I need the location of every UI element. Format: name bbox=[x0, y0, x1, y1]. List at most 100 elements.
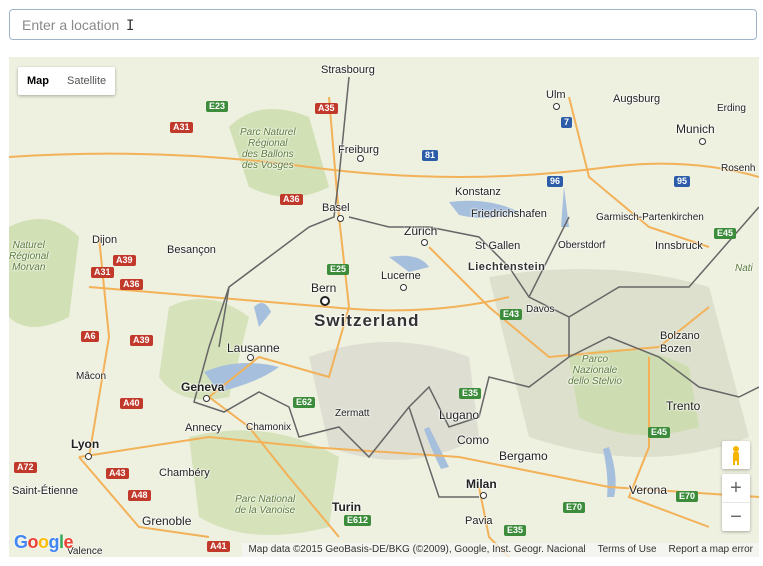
map-type-satellite-button[interactable]: Satellite bbox=[58, 67, 115, 95]
map-canvas[interactable]: Strasbourg Ulm Augsburg Erding Munich Ro… bbox=[9, 57, 759, 557]
country-label-switzerland: Switzerland bbox=[314, 311, 420, 330]
road-shield: E62 bbox=[293, 397, 316, 408]
city-label-annecy: Annecy bbox=[185, 422, 222, 434]
city-label-konstanz: Konstanz bbox=[455, 186, 501, 198]
city-marker bbox=[421, 239, 428, 246]
city-marker bbox=[85, 453, 92, 460]
road-shield: A72 bbox=[14, 462, 37, 473]
city-label-bern: Bern bbox=[311, 281, 337, 295]
map-type-map-button[interactable]: Map bbox=[18, 67, 58, 95]
road-shield: 81 bbox=[422, 150, 439, 161]
city-label-saint-etienne: Saint-Étienne bbox=[12, 485, 79, 497]
road-shield: A48 bbox=[128, 490, 151, 501]
road-shield: E35 bbox=[459, 388, 482, 399]
search-input[interactable] bbox=[9, 9, 757, 40]
capital-marker bbox=[320, 296, 330, 306]
city-label-besancon: Besançon bbox=[167, 244, 216, 256]
city-label-erding: Erding bbox=[717, 103, 746, 114]
city-label-milan: Milan bbox=[466, 477, 497, 491]
city-label-garmisch: Garmisch-Partenkirchen bbox=[596, 212, 704, 223]
zoom-out-button[interactable]: − bbox=[722, 503, 750, 531]
text-cursor-icon: I bbox=[126, 18, 135, 34]
report-map-error-link[interactable]: Report a map error bbox=[663, 543, 759, 557]
country-label-liechtenstein: Liechtenstein bbox=[468, 261, 546, 273]
road-shield: A31 bbox=[91, 267, 114, 278]
city-label-strasbourg: Strasbourg bbox=[321, 64, 375, 76]
city-label-lyon: Lyon bbox=[71, 437, 100, 451]
road-shield: 95 bbox=[674, 176, 691, 187]
city-label-munich: Munich bbox=[676, 122, 715, 136]
road-shield: E45 bbox=[648, 427, 671, 438]
road-shield: A36 bbox=[280, 194, 303, 205]
city-label-friedrichshafen: Friedrichshafen bbox=[471, 208, 547, 220]
road-shield: E70 bbox=[563, 502, 586, 513]
city-label-lugano: Lugano bbox=[439, 408, 480, 422]
city-marker bbox=[357, 155, 364, 162]
city-label-grenoble: Grenoble bbox=[142, 514, 192, 528]
city-label-lucerne: Lucerne bbox=[381, 270, 421, 282]
city-label-bolzano: Bolzano Bozen bbox=[660, 330, 700, 355]
park-label-ballons: Parc Naturel Régional des Ballons des Vo… bbox=[240, 127, 296, 171]
park-label-vanoise: Parc National de la Vanoise bbox=[235, 494, 296, 516]
city-marker bbox=[480, 492, 487, 499]
city-marker bbox=[553, 103, 560, 110]
map-attribution: Map data ©2015 GeoBasis-DE/BKG (©2009), … bbox=[248, 544, 586, 555]
city-label-st-gallen: St Gallen bbox=[475, 240, 521, 252]
terms-of-use-link[interactable]: Terms of Use bbox=[592, 543, 663, 557]
map-footer: Map data ©2015 GeoBasis-DE/BKG (©2009), … bbox=[242, 543, 759, 557]
city-marker bbox=[699, 138, 706, 145]
city-label-pavia: Pavia bbox=[465, 515, 493, 527]
city-label-lausanne: Lausanne bbox=[227, 341, 280, 355]
road-shield: A39 bbox=[130, 335, 153, 346]
park-label-stelvio: Parco Nazionale dello Stelvio bbox=[568, 354, 622, 387]
road-shield: E612 bbox=[344, 515, 372, 526]
road-shield: A35 bbox=[315, 103, 338, 114]
city-label-turin: Turin bbox=[332, 500, 362, 514]
zoom-in-button[interactable]: + bbox=[722, 474, 750, 502]
road-shield: A39 bbox=[113, 255, 136, 266]
city-label-basel: Basel bbox=[322, 202, 350, 214]
city-label-zurich: Zürich bbox=[404, 224, 438, 238]
city-label-chamonix: Chamonix bbox=[246, 422, 292, 433]
city-label-innsbruck: Innsbruck bbox=[655, 240, 703, 252]
road-shield: 7 bbox=[561, 117, 573, 128]
zoom-control: + − bbox=[722, 474, 750, 531]
city-label-rosenheim: Rosenh bbox=[721, 163, 756, 174]
map-type-control: Map Satellite bbox=[18, 67, 116, 95]
park-label-nati: Nati bbox=[735, 263, 753, 274]
road-shield: A31 bbox=[170, 122, 193, 133]
city-label-dijon: Dijon bbox=[92, 234, 118, 246]
road-shield: A40 bbox=[120, 398, 143, 409]
city-marker bbox=[247, 354, 254, 361]
city-label-augsburg: Augsburg bbox=[613, 93, 661, 105]
road-shield: A36 bbox=[120, 279, 143, 290]
city-label-ulm: Ulm bbox=[546, 89, 566, 101]
park-label-morvan: Naturel Régional Morvan bbox=[9, 240, 49, 273]
street-view-pegman-icon[interactable] bbox=[722, 441, 750, 469]
map-terrain bbox=[9, 57, 759, 557]
city-label-davos: Davos bbox=[526, 304, 555, 315]
road-shield: A6 bbox=[81, 331, 99, 342]
city-label-verona: Verona bbox=[629, 483, 668, 497]
city-label-macon: Mâcon bbox=[76, 371, 107, 382]
road-shield: A41 bbox=[207, 541, 230, 552]
google-logo[interactable]: Google bbox=[14, 532, 74, 553]
city-label-bergamo: Bergamo bbox=[499, 449, 548, 463]
city-label-zermatt: Zermatt bbox=[335, 408, 370, 419]
road-shield: E25 bbox=[327, 264, 350, 275]
road-shield: E70 bbox=[676, 491, 699, 502]
road-shield: E23 bbox=[206, 101, 229, 112]
city-marker bbox=[203, 395, 210, 402]
city-marker bbox=[337, 215, 344, 222]
city-label-geneva: Geneva bbox=[181, 380, 225, 394]
city-label-oberstdorf: Oberstdorf bbox=[558, 240, 606, 251]
road-shield: E45 bbox=[714, 228, 737, 239]
road-shield: A43 bbox=[106, 468, 129, 479]
city-marker bbox=[400, 284, 407, 291]
city-label-chambery: Chambéry bbox=[159, 467, 210, 479]
city-label-como: Como bbox=[457, 433, 490, 447]
road-shield: 96 bbox=[547, 176, 564, 187]
road-shield: E35 bbox=[504, 525, 527, 536]
city-label-trento: Trento bbox=[666, 399, 701, 413]
road-shield: E43 bbox=[500, 309, 523, 320]
